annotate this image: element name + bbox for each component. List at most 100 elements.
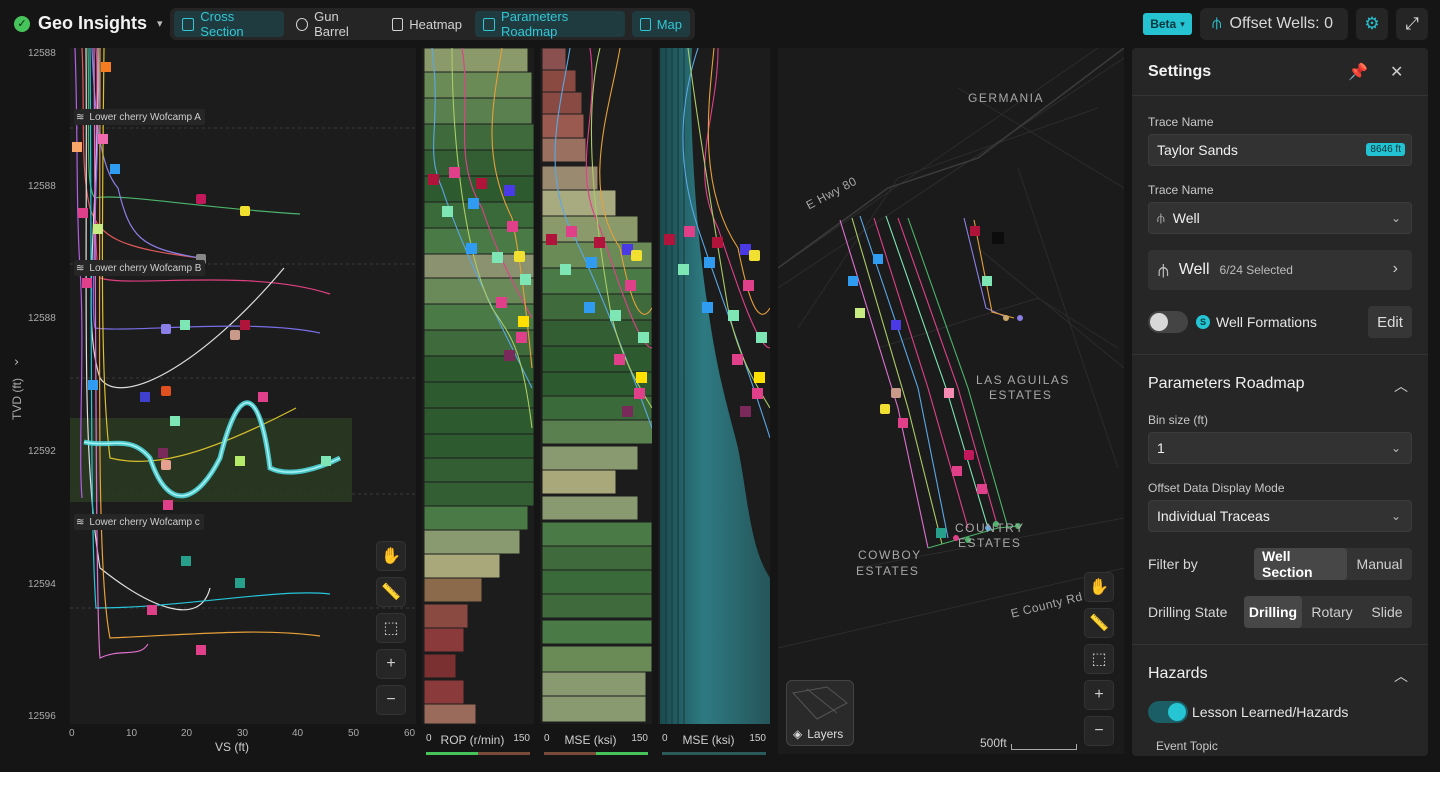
map-label: GERMANIA — [968, 91, 1045, 105]
drilling-state-label: Drilling State — [1148, 604, 1228, 620]
trace-name-label: Trace Name — [1148, 115, 1214, 129]
filter-manual-option[interactable]: Manual — [1347, 548, 1412, 580]
gear-icon: ⚙ — [1364, 14, 1380, 33]
tab-map[interactable]: Map — [632, 11, 690, 37]
drilling-option[interactable]: Drilling — [1244, 596, 1302, 628]
wave-icon: ≋ — [76, 516, 85, 528]
trace-name-input[interactable]: Taylor Sands 8646 ft — [1148, 134, 1412, 166]
map-canvas[interactable] — [778, 48, 1124, 754]
edit-button[interactable]: Edit — [1368, 306, 1412, 338]
well-selector[interactable]: ⫛ Well 6/24 Selected › — [1148, 250, 1412, 290]
event-topic-label: Event Topic — [1156, 739, 1218, 753]
trace-name-value: Taylor Sands — [1157, 142, 1238, 158]
mse-track[interactable] — [540, 48, 652, 756]
chevron-down-icon: ▾ — [1180, 18, 1185, 29]
hand-icon: ✋ — [1089, 579, 1109, 596]
plus-icon: + — [386, 655, 396, 672]
map-zoom-out-button[interactable]: − — [1084, 716, 1114, 746]
well-selector-count: 6/24 Selected — [1219, 263, 1293, 277]
rop-track[interactable] — [422, 48, 534, 756]
x-tick: 20 — [181, 728, 193, 739]
y-tick: 12596 — [28, 711, 56, 722]
select-tool-button[interactable]: ⬚ — [376, 613, 406, 643]
track-label: MSE (ksi) — [682, 733, 735, 747]
hazards-section-title: Hazards — [1148, 665, 1208, 682]
rotary-option[interactable]: Rotary — [1302, 596, 1362, 628]
hazards-toggle[interactable] — [1148, 701, 1188, 723]
close-icon[interactable]: ✕ — [1390, 62, 1403, 82]
plus-icon: + — [1094, 686, 1104, 703]
map-label: COUNTRY — [955, 521, 1025, 535]
track-max: 150 — [749, 733, 766, 744]
map-pan-button[interactable]: ✋ — [1084, 572, 1114, 602]
mse-area-track[interactable] — [658, 48, 770, 756]
pin-icon[interactable]: 📌 — [1348, 62, 1368, 82]
wave-icon: ≋ — [76, 262, 85, 274]
formation-label: ≋ Lower cherry Wofcamp B — [74, 260, 206, 276]
formation-name: Lower cherry Wofcamp A — [89, 111, 201, 123]
collapse-chevron-icon[interactable]: ︿ — [1394, 666, 1408, 686]
tab-heatmap[interactable]: Heatmap — [384, 11, 470, 37]
chevron-down-icon: ⌄ — [1390, 211, 1401, 225]
hand-icon: ✋ — [381, 548, 401, 565]
map-label: COWBOY — [858, 548, 922, 562]
select-icon: ⬚ — [1091, 651, 1107, 668]
mse-area-track-axis: 0 MSE (ksi) 150 — [662, 733, 766, 747]
track-label: ROP (r/min) — [440, 733, 505, 747]
layers-button[interactable]: ◈ Layers — [786, 680, 854, 746]
settings-gear-button[interactable]: ⚙ — [1356, 8, 1388, 40]
filter-well-section-option[interactable]: Well Section — [1254, 548, 1347, 580]
pan-tool-button[interactable]: ✋ — [376, 541, 406, 571]
map-select-button[interactable]: ⬚ — [1084, 644, 1114, 674]
scale-bar — [1010, 744, 1077, 750]
offset-wells-button[interactable]: ⫛ Offset Wells: 0 — [1200, 8, 1348, 40]
hazards-toggle-label: Lesson Learned/Hazards — [1192, 704, 1349, 720]
x-tick: 40 — [292, 728, 304, 739]
display-mode-select[interactable]: Individual Traceas ⌄ — [1148, 500, 1412, 532]
chevron-right-icon: › — [1392, 260, 1398, 277]
drilling-state-segmented: Drilling Rotary Slide — [1244, 596, 1412, 628]
roadmap-section-title: Parameters Roadmap — [1148, 375, 1305, 392]
cross-section-tools: ✋ 📏 ⬚ + − — [376, 541, 406, 715]
cross-section-panel: › TVD (ft) 12588 12588 12588 12592 12594… — [0, 48, 418, 760]
track-min: 0 — [426, 733, 432, 744]
map-zoom-in-button[interactable]: + — [1084, 680, 1114, 710]
formation-name: Lower cherry Wofcamp c — [89, 516, 200, 528]
map-tools: ✋ 📏 ⬚ + − — [1084, 572, 1114, 746]
formation-label: ≋ Lower cherry Wofcamp c — [74, 514, 204, 530]
tab-parameters-roadmap[interactable]: Parameters Roadmap — [475, 9, 625, 39]
bin-size-value: 1 — [1157, 440, 1165, 456]
heatmap-icon — [392, 17, 404, 31]
beta-dropdown[interactable]: Beta ▾ — [1143, 13, 1192, 35]
fullscreen-button[interactable]: ⤢ — [1396, 8, 1428, 40]
collapse-chevron-icon[interactable]: ︿ — [1394, 376, 1408, 396]
app-switcher[interactable]: ✓ Geo Insights ▾ — [14, 13, 163, 34]
cross-section-plot[interactable]: › — [0, 48, 418, 760]
gun-barrel-icon — [296, 17, 309, 31]
bin-size-select[interactable]: 1 ⌄ — [1148, 432, 1412, 464]
tab-cross-section[interactable]: Cross Section — [174, 9, 284, 39]
map-label: ESTATES — [856, 564, 920, 578]
map-measure-button[interactable]: 📏 — [1084, 608, 1114, 638]
x-axis-label: VS (ft) — [215, 740, 250, 754]
well-formations-toggle[interactable] — [1148, 311, 1188, 333]
trace-type-select[interactable]: ⫛ Well ⌄ — [1148, 202, 1412, 234]
zoom-in-button[interactable]: + — [376, 649, 406, 679]
zoom-out-button[interactable]: − — [376, 685, 406, 715]
display-mode-label: Offset Data Display Mode — [1148, 481, 1285, 495]
x-tick: 60 — [404, 728, 416, 739]
expand-icon: ⤢ — [1405, 14, 1419, 33]
measure-tool-button[interactable]: 📏 — [376, 577, 406, 607]
y-axis-label: TVD (ft) — [10, 378, 24, 420]
ruler-icon: 📏 — [381, 584, 401, 601]
app-title: Geo Insights — [38, 13, 148, 33]
map-panel[interactable]: GERMANIA E Hwy 80 LAS AGUILAS ESTATES CO… — [778, 48, 1124, 754]
tab-gun-barrel[interactable]: Gun Barrel — [288, 9, 380, 39]
map-label: ESTATES — [958, 536, 1022, 550]
settings-header: Settings 📌 ✕ — [1132, 48, 1428, 96]
svg-text:›: › — [14, 355, 19, 370]
y-tick: 12588 — [28, 313, 56, 324]
chevron-down-icon: ▾ — [157, 18, 163, 30]
settings-title: Settings — [1148, 63, 1212, 80]
slide-option[interactable]: Slide — [1362, 596, 1412, 628]
